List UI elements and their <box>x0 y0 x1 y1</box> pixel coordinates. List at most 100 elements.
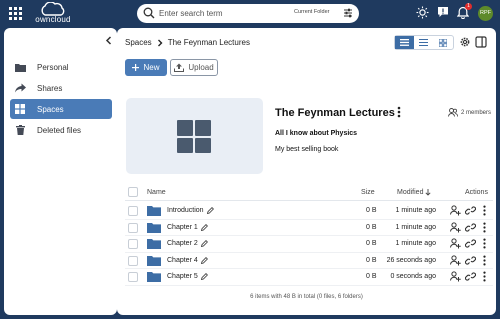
folder-icon <box>147 255 161 266</box>
column-header-name[interactable]: Name <box>147 189 166 196</box>
breadcrumb-root[interactable]: Spaces <box>125 38 152 47</box>
copy-link-icon[interactable] <box>465 255 476 265</box>
search-input[interactable] <box>159 7 279 20</box>
table-row[interactable]: Chapter 5 0 B 0 seconds ago <box>125 269 493 286</box>
file-name[interactable]: Chapter 4 <box>167 257 198 264</box>
add-people-share-icon[interactable] <box>450 254 461 266</box>
space-default-grid-icon <box>177 120 212 153</box>
file-modified: 0 seconds ago <box>390 273 436 280</box>
column-header-modified-label: Modified <box>397 189 424 196</box>
app-switcher-icon[interactable] <box>9 7 22 20</box>
row-more-actions-icon[interactable] <box>482 271 487 282</box>
row-more-actions-icon[interactable] <box>482 222 487 233</box>
row-checkbox[interactable] <box>128 222 138 233</box>
trash-icon <box>14 124 26 136</box>
list-icon <box>419 39 429 46</box>
view-condensed-button[interactable] <box>395 36 415 49</box>
view-tiles-button[interactable] <box>434 36 453 49</box>
file-name-cell[interactable]: Chapter 1 <box>167 224 208 231</box>
file-size: 0 B <box>366 223 377 231</box>
theme-toggle-icon[interactable] <box>416 6 429 19</box>
select-all-checkbox[interactable] <box>128 187 138 197</box>
file-name-cell[interactable]: Chapter 5 <box>167 273 208 280</box>
new-button-label: New <box>143 63 160 72</box>
space-image <box>126 98 263 174</box>
file-size: 0 B <box>366 256 377 264</box>
file-name[interactable]: Chapter 5 <box>167 273 198 280</box>
copy-link-icon[interactable] <box>465 239 476 248</box>
search-scope-select[interactable]: Current Folder <box>294 9 329 15</box>
file-modified: 1 minute ago <box>395 223 436 231</box>
row-more-actions-icon[interactable] <box>482 205 487 216</box>
file-name[interactable]: Chapter 1 <box>167 224 198 231</box>
table-row[interactable]: Chapter 2 0 B 1 minute ago <box>125 236 493 253</box>
upload-button[interactable]: Upload <box>170 59 218 76</box>
condensed-list-icon <box>400 39 410 46</box>
view-mode-switch <box>394 35 454 50</box>
space-members-count: 2 members <box>461 109 492 116</box>
owncloud-logo[interactable]: owncloud <box>31 2 75 26</box>
sidebar-item-shares[interactable]: Shares <box>10 78 112 98</box>
collapse-sidebar-button[interactable] <box>105 36 112 48</box>
folder-icon <box>14 61 26 73</box>
rename-pencil-icon[interactable] <box>200 256 208 264</box>
filter-icon[interactable] <box>343 8 353 18</box>
file-name-cell[interactable]: Chapter 4 <box>167 257 208 264</box>
sidebar-nav: Personal Shares Spaces Deleted files <box>10 57 112 141</box>
rename-pencil-icon[interactable] <box>200 223 208 231</box>
sidebar-item-deleted-files[interactable]: Deleted files <box>10 120 112 140</box>
table-row[interactable]: Chapter 1 0 B 1 minute ago <box>125 220 493 236</box>
folder-icon <box>147 206 161 216</box>
file-name-cell[interactable]: Chapter 2 <box>167 240 208 247</box>
file-name[interactable]: Introduction <box>167 207 204 214</box>
view-list-button[interactable] <box>414 36 433 49</box>
gear-icon[interactable] <box>459 36 471 48</box>
row-checkbox[interactable] <box>128 255 138 266</box>
rename-pencil-icon[interactable] <box>200 273 208 280</box>
column-header-actions: Actions <box>465 189 488 196</box>
tiles-icon <box>439 38 448 47</box>
row-checkbox[interactable] <box>128 239 138 249</box>
add-people-share-icon[interactable] <box>450 271 461 282</box>
feedback-icon[interactable] <box>437 6 449 18</box>
table-row[interactable]: Introduction 0 B 1 minute ago <box>125 203 493 220</box>
table-row[interactable]: Chapter 4 0 B 26 seconds ago <box>125 253 493 269</box>
sidebar-item-spaces[interactable]: Spaces <box>10 99 112 119</box>
rename-pencil-icon[interactable] <box>200 240 208 247</box>
row-checkbox[interactable] <box>128 206 138 216</box>
file-modified: 1 minute ago <box>395 207 436 214</box>
add-people-share-icon[interactable] <box>450 205 461 216</box>
rename-pencil-icon[interactable] <box>206 207 214 214</box>
search-bar[interactable]: Current Folder <box>137 4 359 23</box>
top-bar: owncloud Current Folder <box>0 0 500 28</box>
add-people-share-icon[interactable] <box>450 221 461 233</box>
copy-link-icon[interactable] <box>465 222 476 232</box>
column-header-modified[interactable]: Modified <box>397 189 431 196</box>
file-size: 0 B <box>366 207 377 214</box>
table-footer: 6 items with 48 B in total (0 files, 6 f… <box>250 294 363 300</box>
row-checkbox[interactable] <box>128 272 138 282</box>
copy-link-icon[interactable] <box>465 272 476 281</box>
plus-icon <box>132 64 140 71</box>
notification-badge: 1 <box>465 3 472 10</box>
main-content: Spaces The Feynman Lectures New Upload T… <box>117 28 496 315</box>
sidebar-item-personal[interactable]: Personal <box>10 57 112 77</box>
column-header-size[interactable]: Size <box>361 189 375 196</box>
row-more-actions-icon[interactable] <box>482 255 487 266</box>
file-size: 0 B <box>366 273 377 280</box>
table-header: Name Size Modified Actions <box>125 185 493 201</box>
breadcrumb: Spaces The Feynman Lectures <box>125 38 250 47</box>
space-members-link[interactable]: 2 members <box>448 108 491 117</box>
file-name-cell[interactable]: Introduction <box>167 207 214 214</box>
copy-link-icon[interactable] <box>465 206 476 215</box>
user-avatar[interactable]: RPF <box>478 6 493 21</box>
space-title: The Feynman Lectures <box>275 107 395 119</box>
space-more-actions-icon[interactable] <box>396 105 402 119</box>
add-people-share-icon[interactable] <box>450 238 461 249</box>
upload-icon <box>174 63 185 72</box>
file-modified: 26 seconds ago <box>386 256 436 264</box>
row-more-actions-icon[interactable] <box>482 238 487 249</box>
new-button[interactable]: New <box>125 59 167 76</box>
file-name[interactable]: Chapter 2 <box>167 240 198 247</box>
sidebar-panel-icon[interactable] <box>475 36 487 48</box>
